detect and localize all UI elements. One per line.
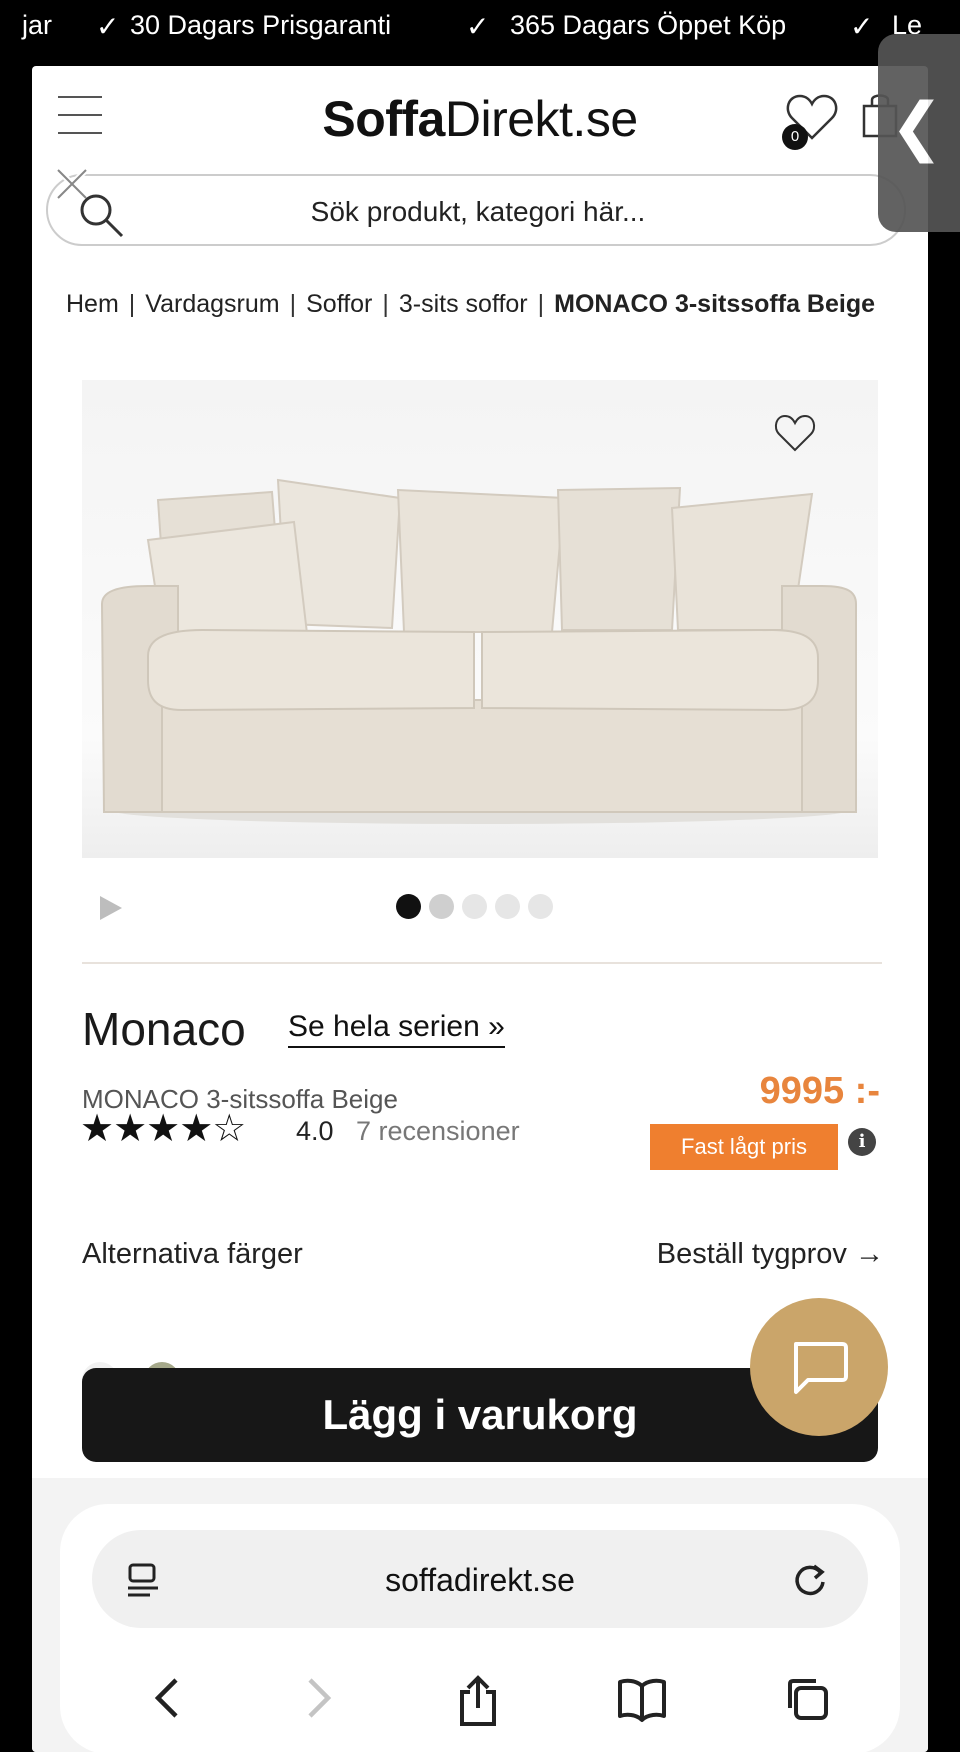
search-placeholder: Sök produkt, kategori här... bbox=[310, 196, 646, 227]
gallery-dot[interactable] bbox=[396, 894, 421, 919]
wishlist-button[interactable]: 0 bbox=[782, 88, 842, 150]
rating-stars: ★★★★☆ bbox=[80, 1108, 246, 1150]
chat-button[interactable] bbox=[750, 1298, 888, 1436]
breadcrumb-item[interactable]: Vardagsrum bbox=[145, 290, 279, 318]
ticker-item: jar bbox=[22, 10, 53, 40]
address-bar[interactable]: soffadirekt.se bbox=[92, 1530, 868, 1628]
info-icon[interactable]: i bbox=[848, 1128, 876, 1156]
gallery-dot[interactable] bbox=[429, 894, 454, 919]
reviews-link[interactable]: 7 recensioner bbox=[356, 1116, 520, 1147]
order-fabric-sample-link[interactable]: Beställ tygprov → bbox=[657, 1238, 884, 1271]
check-icon: ✓ bbox=[466, 11, 490, 42]
divider bbox=[82, 962, 882, 964]
product-image[interactable] bbox=[82, 380, 878, 858]
gallery-dot[interactable] bbox=[462, 894, 487, 919]
gallery-dot[interactable] bbox=[528, 894, 553, 919]
reload-icon[interactable] bbox=[790, 1560, 830, 1600]
series-title: Monaco bbox=[82, 1003, 246, 1055]
web-page: SoffaDirekt.se 0 Sök produkt, kategori h… bbox=[32, 66, 928, 1752]
product-price: 9995 :- bbox=[759, 1070, 880, 1112]
browser-nav-row bbox=[92, 1674, 868, 1734]
alternative-colors-label: Alternativa färger bbox=[82, 1238, 303, 1270]
sofa-image bbox=[100, 478, 857, 824]
tabs-icon[interactable] bbox=[782, 1674, 832, 1724]
breadcrumb: Hem | Vardagsrum | Soffor | 3-sits soffor | MONA… bbox=[66, 290, 876, 318]
forward-arrow-icon[interactable] bbox=[304, 1674, 334, 1724]
breadcrumb-current: MONACO 3-sitssoffa Beige bbox=[554, 290, 876, 318]
bookmarks-icon[interactable] bbox=[616, 1674, 668, 1724]
rating-value: 4.0 bbox=[296, 1116, 334, 1146]
gallery-pagination bbox=[396, 894, 561, 920]
ticker-item: 365 Dagars Öppet Köp bbox=[510, 10, 787, 40]
site-header: SoffaDirekt.se 0 bbox=[32, 66, 928, 176]
back-arrow-icon[interactable] bbox=[152, 1674, 182, 1724]
chevron-left-icon: ❮ bbox=[890, 90, 944, 162]
close-icon[interactable] bbox=[54, 166, 90, 202]
price-badge: Fast lågt pris bbox=[650, 1124, 838, 1170]
promo-ticker: jar ✓ 30 Dagars Prisgaranti ✓ 365 Dagars… bbox=[0, 0, 960, 58]
browser-toolbar: soffadirekt.se bbox=[32, 1478, 928, 1752]
play-icon[interactable] bbox=[94, 892, 126, 924]
side-drawer-tab[interactable]: ❮ bbox=[878, 34, 960, 232]
logo-part: Soffa bbox=[322, 91, 445, 147]
gallery-dot[interactable] bbox=[495, 894, 520, 919]
breadcrumb-item[interactable]: 3-sits soffor bbox=[399, 290, 528, 318]
breadcrumb-item[interactable]: Soffor bbox=[306, 290, 372, 318]
breadcrumb-item[interactable]: Hem bbox=[66, 290, 119, 318]
chat-icon bbox=[794, 1342, 848, 1394]
check-icon: ✓ bbox=[96, 11, 120, 42]
address-url: soffadirekt.se bbox=[385, 1562, 575, 1598]
ticker-item: 30 Dagars Prisgaranti bbox=[130, 10, 392, 40]
share-icon[interactable] bbox=[456, 1674, 500, 1728]
search-field[interactable]: Sök produkt, kategori här... bbox=[46, 174, 906, 246]
favorite-heart-icon[interactable] bbox=[772, 410, 818, 456]
wishlist-count-badge: 0 bbox=[782, 124, 808, 150]
logo-part: Direkt.se bbox=[444, 91, 638, 147]
check-icon: ✓ bbox=[850, 11, 874, 42]
series-link[interactable]: Se hela serien » bbox=[288, 1010, 505, 1048]
